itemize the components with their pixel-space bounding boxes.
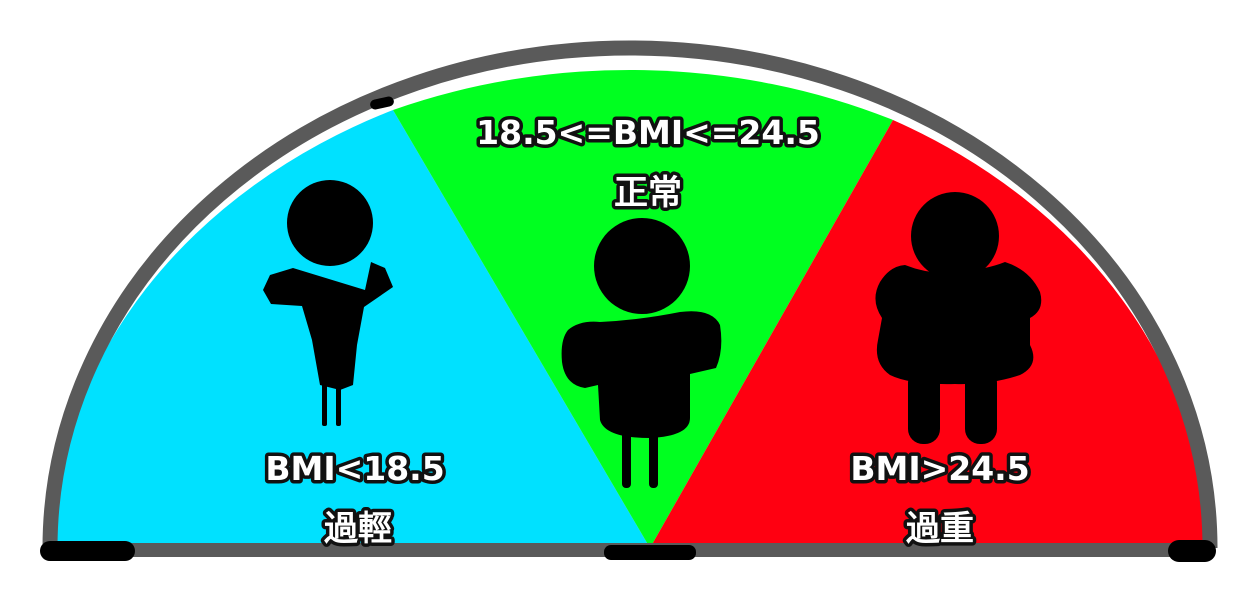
- normal-range-label: 18.5<=BMI<=24.5: [476, 113, 820, 152]
- underweight-status-label: 過輕: [324, 509, 392, 549]
- underweight-range-label: BMI<18.5: [265, 449, 444, 488]
- overweight-status-label: 過重: [906, 509, 974, 549]
- overweight-range-label: BMI>24.5: [850, 449, 1029, 488]
- bmi-gauge: BMI<18.5 過輕 18.5<=BMI<=24.5 正常 BMI>24.5 …: [40, 40, 1218, 562]
- normal-status-label: 正常: [614, 173, 682, 213]
